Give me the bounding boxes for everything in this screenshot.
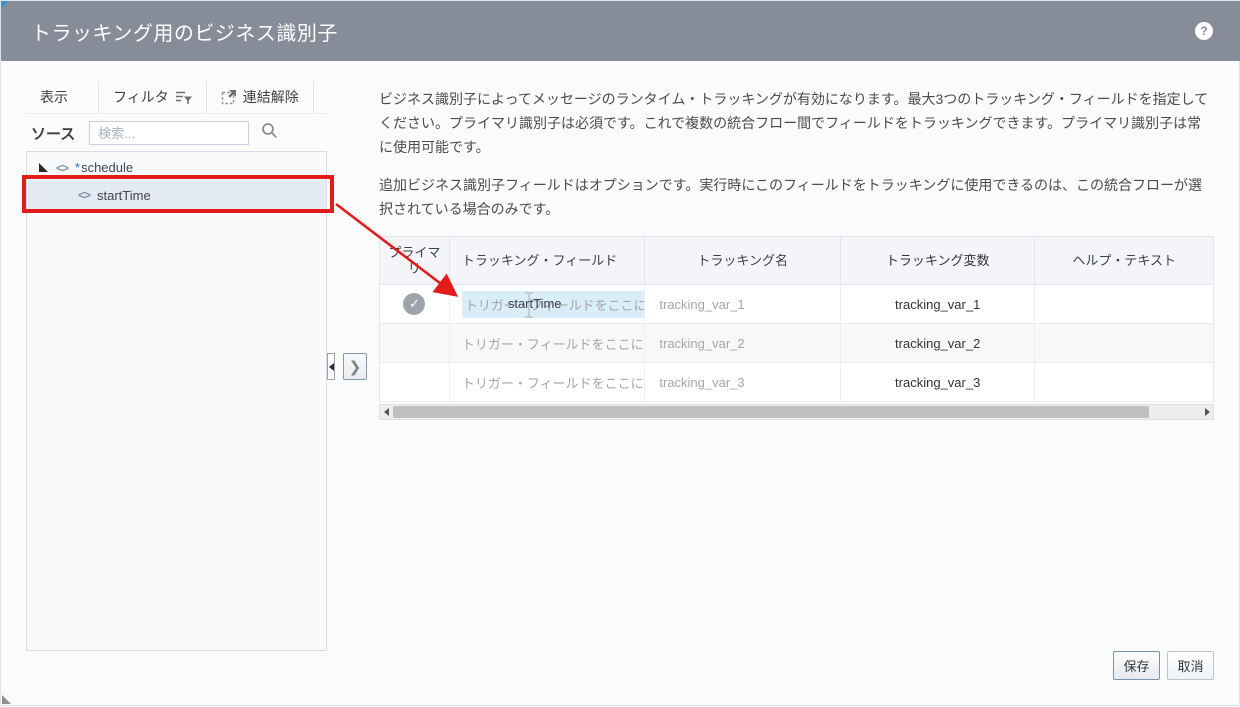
tracking-variable-cell[interactable]: tracking_var_3 <box>841 363 1036 401</box>
tracking-variable-cell[interactable]: tracking_var_2 <box>841 324 1036 362</box>
page-title: トラッキング用のビジネス識別子 <box>31 17 338 46</box>
filter-button[interactable]: フィルタ <box>99 81 206 113</box>
dragged-field-label: startTime <box>508 296 562 311</box>
filter-icon <box>175 90 192 105</box>
primary-cell[interactable]: ✓ <box>380 285 450 323</box>
column-header-tracking-name: トラッキング名 <box>645 237 841 284</box>
help-text-cell[interactable] <box>1035 363 1213 401</box>
help-text-cell[interactable] <box>1035 285 1213 323</box>
tracking-field-cell[interactable]: トリガー・フィールドをここにド <box>450 324 646 362</box>
column-header-help-text: ヘルプ・テキスト <box>1035 237 1213 284</box>
required-star: * <box>75 160 80 175</box>
table-row: トリガー・フィールドをここにド tracking_var_3 tracking_… <box>380 363 1213 402</box>
business-identifiers-dialog: トラッキング用のビジネス識別子 ? 表示 フィルタ <box>0 0 1240 706</box>
help-text-cell[interactable] <box>1035 324 1213 362</box>
save-button[interactable]: 保存 <box>1113 651 1160 680</box>
intro-paragraph-2: 追加ビジネス識別子フィールドはオプションです。実行時にこのフィールドをトラッキン… <box>379 173 1215 221</box>
scrollbar-thumb[interactable] <box>393 406 1149 418</box>
tracking-variable-cell[interactable]: tracking_var_1 <box>841 285 1036 323</box>
splitter-expand-button[interactable]: ❯ <box>343 353 367 380</box>
tracking-name-cell[interactable]: tracking_var_3 <box>645 363 841 401</box>
tracking-field-cell[interactable]: トリガー・フィールドをここにド startTime <box>450 285 646 323</box>
description-block: ビジネス識別子によってメッセージのランタイム・トラッキングが有効になります。最大… <box>379 87 1215 221</box>
source-label: ソース <box>31 123 75 144</box>
primary-check-icon: ✓ <box>403 293 425 315</box>
cancel-button[interactable]: 取消 <box>1167 651 1214 680</box>
search-icon[interactable] <box>261 122 278 144</box>
view-menu-button[interactable]: 表示 <box>26 81 98 113</box>
tracking-name-cell[interactable]: tracking_var_1 <box>645 285 841 323</box>
scroll-right-arrow-icon[interactable] <box>1201 405 1213 419</box>
splitter-collapse-handle[interactable] <box>327 353 335 380</box>
tracking-table: プライマリ トラッキング・フィールド トラッキング名 トラッキング変数 ヘルプ・… <box>379 236 1214 402</box>
source-toolbar: 表示 フィルタ 連結解除 <box>26 81 327 114</box>
help-icon[interactable]: ? <box>1195 22 1213 40</box>
dialog-header: トラッキング用のビジネス識別子 ? <box>1 1 1240 61</box>
tree-node-label: *schedule <box>75 160 133 175</box>
primary-cell[interactable] <box>380 363 450 401</box>
view-menu-label: 表示 <box>40 87 68 107</box>
source-tree-panel: <> *schedule <> startTime <box>26 151 327 651</box>
element-icon: <> <box>78 188 90 202</box>
intro-paragraph-1: ビジネス識別子によってメッセージのランタイム・トラッキングが有効になります。最大… <box>379 87 1215 159</box>
tracking-name-cell[interactable]: tracking_var_2 <box>645 324 841 362</box>
scroll-left-arrow-icon[interactable] <box>380 405 392 419</box>
table-row: ✓ トリガー・フィールドをここにド startTime tracking_var… <box>380 285 1213 324</box>
detach-label: 連結解除 <box>243 87 299 107</box>
detach-button[interactable]: 連結解除 <box>207 81 313 113</box>
toolbar-divider <box>313 81 314 113</box>
tree-node-starttime[interactable]: <> startTime <box>28 180 326 210</box>
search-input[interactable] <box>89 121 249 145</box>
filter-label: フィルタ <box>113 87 169 107</box>
column-header-tracking-variable: トラッキング変数 <box>841 237 1036 284</box>
source-search-row: ソース <box>26 119 327 147</box>
detach-icon <box>221 89 237 105</box>
drop-placeholder: トリガー・フィールドをここにド <box>462 334 646 353</box>
table-header-row: プライマリ トラッキング・フィールド トラッキング名 トラッキング変数 ヘルプ・… <box>380 237 1213 285</box>
table-row: トリガー・フィールドをここにド tracking_var_2 tracking_… <box>380 324 1213 363</box>
resize-grip[interactable] <box>2 695 11 704</box>
drop-placeholder: トリガー・フィールドをここにド <box>462 373 646 392</box>
tracking-field-cell[interactable]: トリガー・フィールドをここにド <box>450 363 646 401</box>
tree-node-schedule[interactable]: <> *schedule <box>28 155 326 180</box>
primary-cell[interactable] <box>380 324 450 362</box>
tree-expand-icon[interactable] <box>39 163 48 172</box>
tree-node-label: startTime <box>97 188 151 203</box>
column-header-tracking-field: トラッキング・フィールド <box>450 237 646 284</box>
element-icon: <> <box>56 161 68 175</box>
column-header-primary: プライマリ <box>380 237 450 284</box>
horizontal-scrollbar[interactable] <box>379 404 1214 420</box>
